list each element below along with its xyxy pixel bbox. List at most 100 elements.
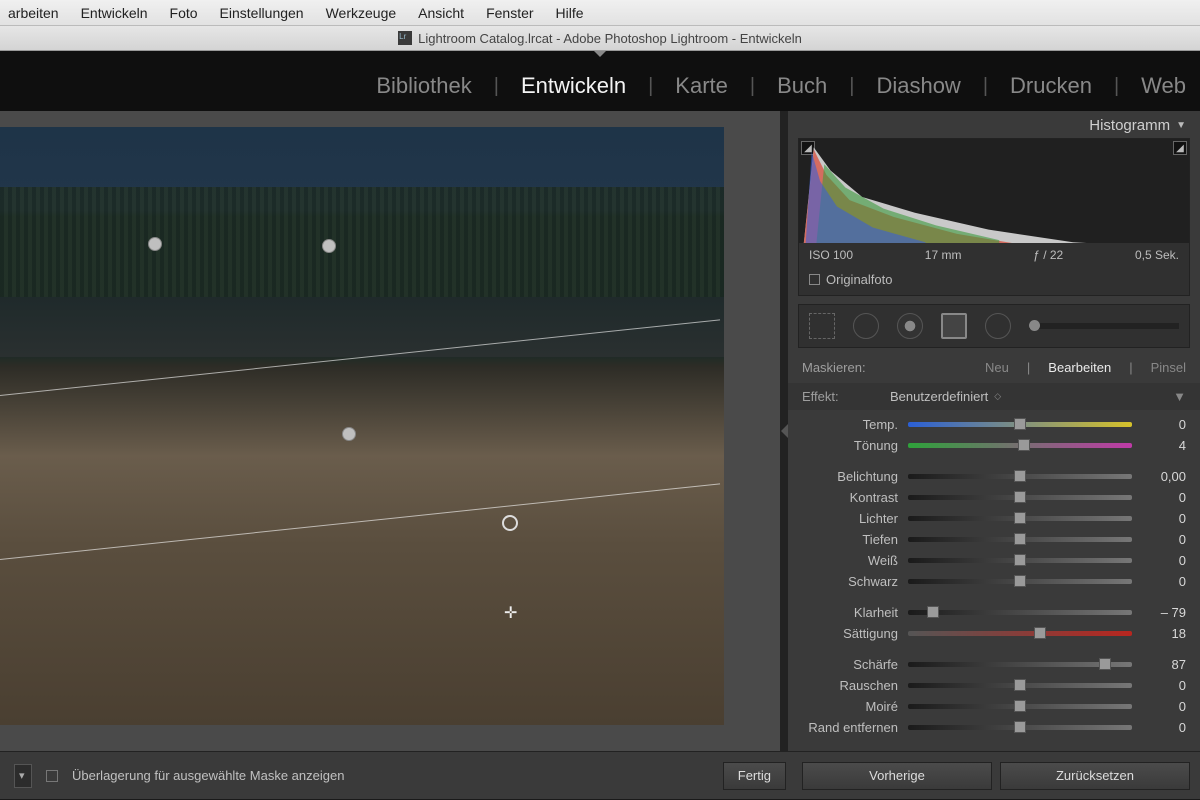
dropdown-icon[interactable]: ◇	[994, 391, 1001, 402]
reveal-top-panel-icon[interactable]	[594, 51, 606, 57]
slider-track[interactable]	[908, 683, 1132, 688]
histogram-header[interactable]: Histogramm ▼	[788, 111, 1200, 138]
slider-value: 87	[1132, 657, 1186, 672]
overlay-checkbox[interactable]	[46, 770, 58, 782]
menu-help[interactable]: Hilfe	[556, 5, 584, 21]
slider-black[interactable]: Schwarz0	[788, 571, 1200, 592]
module-develop[interactable]: Entwickeln	[521, 73, 626, 99]
spot-tool-icon[interactable]	[853, 313, 879, 339]
menu-tools[interactable]: Werkzeuge	[326, 5, 397, 21]
menu-develop[interactable]: Entwickeln	[81, 5, 148, 21]
slider-shadows[interactable]: Tiefen0	[788, 529, 1200, 550]
effect-label: Effekt:	[802, 389, 890, 404]
os-menubar[interactable]: arbeiten Entwickeln Foto Einstellungen W…	[0, 0, 1200, 25]
slider-thumb[interactable]	[1034, 627, 1046, 639]
panel-divider[interactable]	[780, 111, 788, 751]
image-stage[interactable]: ✛	[0, 111, 780, 751]
original-toggle[interactable]: Originalfoto	[799, 267, 1189, 295]
slider-clarity[interactable]: Klarheit– 79	[788, 602, 1200, 623]
slider-thumb[interactable]	[1014, 418, 1026, 430]
slider-thumb[interactable]	[927, 606, 939, 618]
slider-thumb[interactable]	[1014, 721, 1026, 733]
adjustment-pin[interactable]	[322, 239, 336, 253]
slider-track[interactable]	[908, 631, 1132, 636]
slider-track[interactable]	[908, 516, 1132, 521]
slider-thumb[interactable]	[1014, 512, 1026, 524]
collapse-right-icon[interactable]	[781, 424, 788, 438]
slider-thumb[interactable]	[1014, 679, 1026, 691]
mask-edit[interactable]: Bearbeiten	[1048, 360, 1111, 375]
effect-value[interactable]: Benutzerdefiniert	[890, 389, 988, 404]
slider-track[interactable]	[908, 558, 1132, 563]
slider-track[interactable]	[908, 422, 1132, 427]
crop-tool-icon[interactable]	[809, 313, 835, 339]
mask-brush[interactable]: Pinsel	[1151, 360, 1186, 375]
overlay-mode-select[interactable]: ▾	[14, 764, 32, 788]
slider-track[interactable]	[908, 704, 1132, 709]
done-button[interactable]: Fertig	[723, 762, 786, 790]
slider-sharp[interactable]: Schärfe87	[788, 654, 1200, 675]
slider-thumb[interactable]	[1014, 470, 1026, 482]
redeye-tool-icon[interactable]	[897, 313, 923, 339]
menu-window[interactable]: Fenster	[486, 5, 533, 21]
slider-label: Sättigung	[788, 626, 908, 641]
slider-saturation[interactable]: Sättigung18	[788, 623, 1200, 644]
menu-photo[interactable]: Foto	[170, 5, 198, 21]
slider-track[interactable]	[908, 610, 1132, 615]
chevron-down-icon[interactable]: ▼	[1176, 120, 1186, 131]
slider-thumb[interactable]	[1014, 491, 1026, 503]
preview-image[interactable]: ✛	[0, 127, 724, 725]
mask-new[interactable]: Neu	[985, 360, 1009, 375]
module-slideshow[interactable]: Diashow	[876, 73, 960, 99]
module-print[interactable]: Drucken	[1010, 73, 1092, 99]
slider-track[interactable]	[908, 725, 1132, 730]
slider-track[interactable]	[908, 495, 1132, 500]
effect-preset-row[interactable]: Effekt: Benutzerdefiniert ◇ ▼	[788, 383, 1200, 410]
histogram-panel: ◢ ◢ ISO 100 17 mm ƒ / 22 0,5 Sek. Origin…	[798, 138, 1190, 296]
module-library[interactable]: Bibliothek	[376, 73, 471, 99]
checkbox-icon[interactable]	[809, 274, 820, 285]
slider-thumb[interactable]	[1014, 700, 1026, 712]
slider-thumb[interactable]	[1014, 533, 1026, 545]
adjustment-pin[interactable]	[148, 237, 162, 251]
slider-white[interactable]: Weiß0	[788, 550, 1200, 571]
slider-track[interactable]	[908, 443, 1132, 448]
brush-amount-slider[interactable]	[1029, 323, 1179, 329]
slider-noise[interactable]: Rauschen0	[788, 675, 1200, 696]
gradient-tool-icon[interactable]	[941, 313, 967, 339]
slider-highlights[interactable]: Lichter0	[788, 508, 1200, 529]
slider-track[interactable]	[908, 474, 1132, 479]
adjustment-pin[interactable]	[342, 427, 356, 441]
slider-value: 0	[1132, 532, 1186, 547]
slider-thumb[interactable]	[1014, 575, 1026, 587]
module-map[interactable]: Karte	[675, 73, 728, 99]
slider-track[interactable]	[908, 662, 1132, 667]
slider-defringe[interactable]: Rand entfernen0	[788, 717, 1200, 738]
slider-thumb[interactable]	[1014, 554, 1026, 566]
slider-contrast[interactable]: Kontrast0	[788, 487, 1200, 508]
histogram-graph[interactable]: ◢ ◢	[799, 139, 1189, 243]
mask-mode-bar: Maskieren: Neu| Bearbeiten| Pinsel	[788, 352, 1200, 383]
slider-exposure[interactable]: Belichtung0,00	[788, 466, 1200, 487]
slider-temp[interactable]: Temp.0	[788, 414, 1200, 435]
slider-value: 0	[1132, 490, 1186, 505]
slider-track[interactable]	[908, 537, 1132, 542]
adjustment-pin-active[interactable]	[502, 515, 518, 531]
slider-thumb[interactable]	[1099, 658, 1111, 670]
slider-track[interactable]	[908, 579, 1132, 584]
radial-tool-icon[interactable]	[985, 313, 1011, 339]
module-web[interactable]: Web	[1141, 73, 1186, 99]
previous-button[interactable]: Vorherige	[802, 762, 992, 790]
slider-thumb[interactable]	[1018, 439, 1030, 451]
reset-button[interactable]: Zurücksetzen	[1000, 762, 1190, 790]
gradient-line[interactable]	[0, 483, 720, 560]
slider-moire[interactable]: Moiré0	[788, 696, 1200, 717]
menu-view[interactable]: Ansicht	[418, 5, 464, 21]
slider-value: 0,00	[1132, 469, 1186, 484]
module-book[interactable]: Buch	[777, 73, 827, 99]
menu-edit[interactable]: arbeiten	[8, 5, 59, 21]
chevron-down-icon[interactable]: ▼	[1173, 389, 1186, 404]
menu-settings[interactable]: Einstellungen	[220, 5, 304, 21]
exif-focal: 17 mm	[925, 248, 962, 262]
slider-tint[interactable]: Tönung4	[788, 435, 1200, 456]
